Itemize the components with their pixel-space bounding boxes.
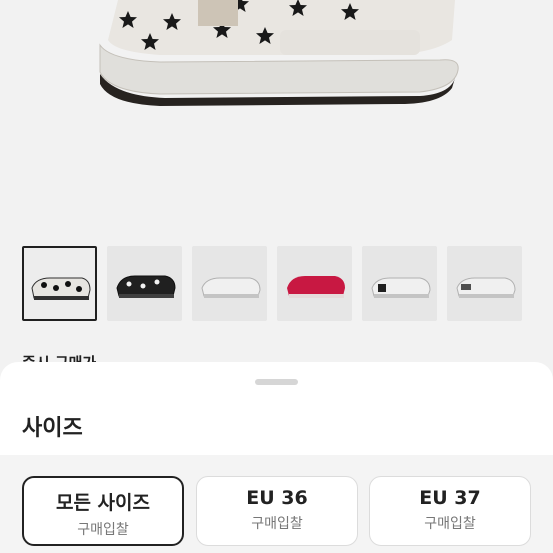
size-option-sublabel: 구매입찰 xyxy=(424,516,476,532)
size-option-eu37[interactable]: EU 37 구매입찰 xyxy=(369,476,531,546)
size-option-all[interactable]: 모든 사이즈 구매입찰 xyxy=(22,476,184,546)
size-bottom-sheet: 사이즈 모든 사이즈 구매입찰 EU 36 구매입찰 EU 37 구매입찰 xyxy=(0,362,553,553)
size-option-sublabel: 구매입찰 xyxy=(77,522,129,538)
size-option-eu36[interactable]: EU 36 구매입찰 xyxy=(196,476,358,546)
drag-handle[interactable] xyxy=(255,379,298,385)
size-option-label: EU 37 xyxy=(419,487,481,509)
sheet-title: 사이즈 xyxy=(22,416,83,441)
size-option-label: EU 36 xyxy=(246,487,308,509)
size-option-label: 모든 사이즈 xyxy=(55,492,150,514)
size-option-sublabel: 구매입찰 xyxy=(251,516,303,532)
